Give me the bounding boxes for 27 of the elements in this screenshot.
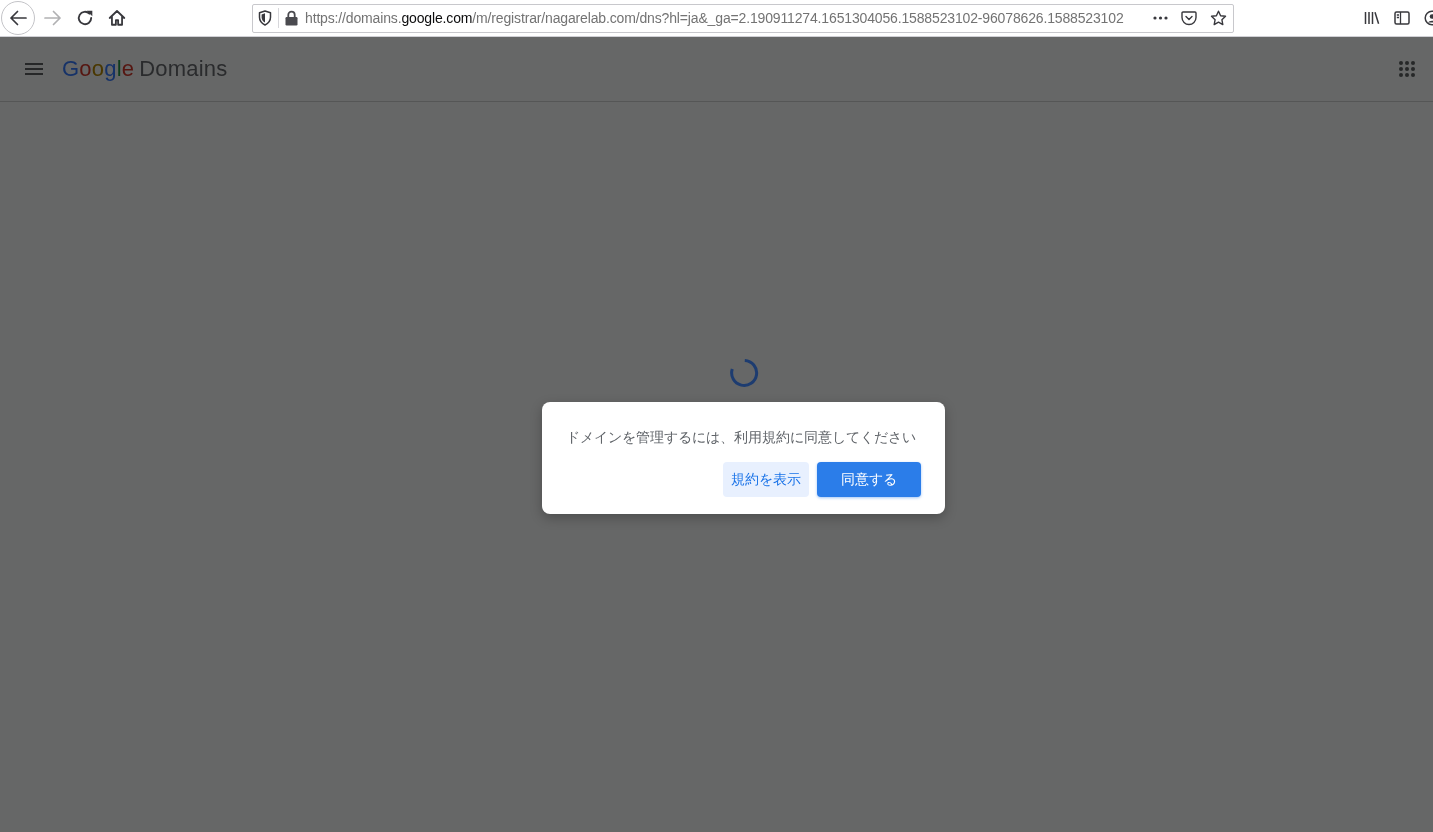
library-icon (1364, 11, 1380, 25)
sidebar-button[interactable] (1394, 11, 1410, 25)
reload-icon (76, 9, 94, 27)
home-icon (108, 9, 126, 27)
view-terms-button[interactable]: 規約を表示 (723, 462, 809, 497)
account-icon[interactable] (1424, 10, 1433, 26)
menu-icon (25, 63, 43, 75)
agree-button[interactable]: 同意する (817, 462, 921, 497)
home-button[interactable] (106, 7, 128, 29)
sidebar-icon (1394, 11, 1410, 25)
pouch-chevron-icon (1181, 10, 1197, 26)
apps-grid-icon (1399, 61, 1415, 77)
lock-icon[interactable] (285, 10, 298, 26)
shield-icon[interactable] (258, 10, 272, 26)
save-page-button[interactable] (1181, 10, 1197, 26)
dialog-message: ドメインを管理するには、利用規約に同意してください (566, 428, 917, 447)
ellipsis-icon (1153, 16, 1168, 20)
back-button[interactable] (1, 1, 35, 35)
bookmark-button[interactable] (1210, 10, 1227, 26)
library-button[interactable] (1364, 11, 1380, 25)
star-icon (1210, 10, 1227, 26)
more-actions-button[interactable] (1153, 16, 1168, 20)
product-name: Domains (139, 56, 228, 82)
address-bar[interactable]: https://domains.google.com/m/registrar/nagarelab.com/dns?hl=ja&_ga=2.190911274.1651304056.1588523102-96078626.1588523102 (252, 3, 1234, 33)
logo-wordmark[interactable]: Google (62, 56, 135, 82)
back-arrow-icon (9, 10, 27, 26)
forward-arrow-icon (44, 9, 62, 27)
